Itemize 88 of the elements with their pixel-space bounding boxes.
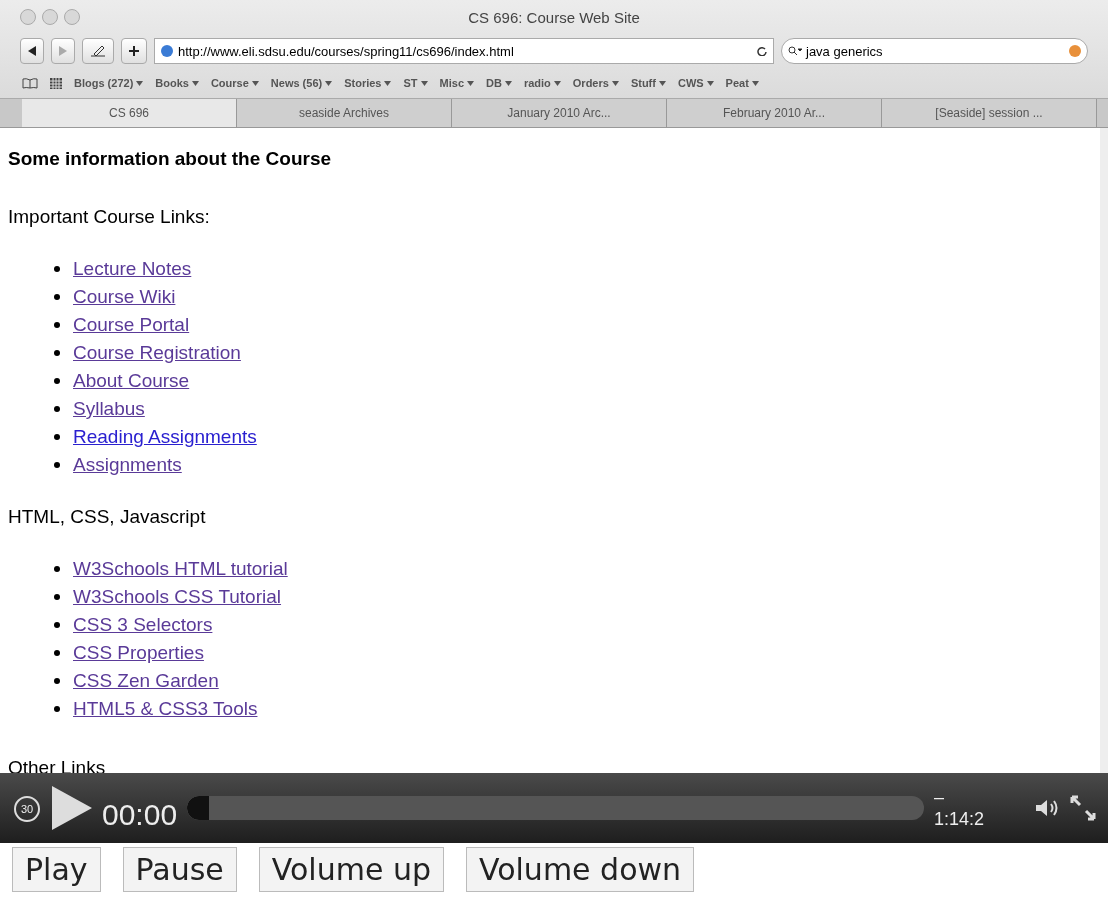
remaining-sign: – bbox=[933, 786, 945, 808]
bullet-icon bbox=[54, 566, 60, 572]
remaining-time: 1:14:2 bbox=[933, 808, 984, 830]
back-icon bbox=[28, 46, 36, 56]
course-link[interactable]: HTML5 & CSS3 Tools bbox=[73, 698, 258, 720]
caret-icon bbox=[504, 80, 512, 86]
bookmark-menu[interactable]: Blogs (272) bbox=[74, 77, 144, 89]
caret-icon bbox=[553, 80, 561, 86]
edit-button[interactable] bbox=[82, 38, 114, 64]
bookmark-menu[interactable]: Orders bbox=[572, 77, 619, 89]
course-link[interactable]: W3Schools HTML tutorial bbox=[73, 558, 288, 580]
caret-icon bbox=[658, 80, 666, 86]
bookmark-menu[interactable]: ST bbox=[403, 77, 428, 89]
plus-icon bbox=[129, 46, 139, 56]
grid-icon[interactable] bbox=[50, 77, 62, 89]
browser-tab[interactable]: January 2010 Arc... bbox=[452, 99, 667, 127]
bullet-icon bbox=[54, 622, 60, 628]
course-link[interactable]: Reading Assignments bbox=[73, 426, 257, 448]
browser-tab[interactable]: February 2010 Ar... bbox=[667, 99, 882, 127]
bullet-icon bbox=[54, 594, 60, 600]
course-link[interactable]: Course Wiki bbox=[73, 286, 176, 308]
fullscreen-icon[interactable] bbox=[1070, 795, 1096, 821]
bookmark-menu[interactable]: CWS bbox=[677, 77, 714, 89]
course-link[interactable]: W3Schools CSS Tutorial bbox=[73, 586, 282, 608]
section-title: HTML, CSS, Javascript bbox=[8, 506, 207, 528]
course-link[interactable]: CSS 3 Selectors bbox=[73, 614, 213, 636]
pencil-icon bbox=[90, 45, 106, 57]
player-button[interactable]: Volume down bbox=[466, 847, 695, 892]
bullet-icon bbox=[54, 378, 60, 384]
caret-icon bbox=[706, 80, 714, 86]
bookmark-menu[interactable]: News (56) bbox=[270, 77, 333, 89]
player-button[interactable]: Pause bbox=[122, 847, 237, 892]
caret-icon bbox=[751, 80, 759, 86]
course-link[interactable]: CSS Properties bbox=[73, 642, 204, 664]
bullet-icon bbox=[54, 350, 60, 356]
play-icon[interactable] bbox=[52, 786, 92, 830]
bullet-icon bbox=[54, 678, 60, 684]
caret-icon bbox=[136, 80, 144, 86]
skip-back-button[interactable]: 30 bbox=[12, 793, 42, 823]
search-icon bbox=[788, 46, 802, 56]
forward-icon bbox=[59, 46, 67, 56]
bookmark-menu[interactable]: radio bbox=[523, 77, 561, 89]
course-link[interactable]: Syllabus bbox=[73, 398, 145, 420]
course-link[interactable]: CSS Zen Garden bbox=[73, 670, 219, 692]
bookmark-menu[interactable]: Course bbox=[210, 77, 259, 89]
course-link[interactable]: About Course bbox=[73, 370, 190, 392]
bullet-icon bbox=[54, 266, 60, 272]
player-button[interactable]: Volume up bbox=[258, 847, 444, 892]
bullet-icon bbox=[54, 462, 60, 468]
bullet-icon bbox=[54, 406, 60, 412]
caret-icon bbox=[191, 80, 199, 86]
bookmark-menu[interactable]: Peat bbox=[725, 77, 759, 89]
browser-tab[interactable]: [Seaside] session ... bbox=[882, 99, 1097, 127]
add-bookmark-button[interactable] bbox=[121, 38, 147, 64]
bullet-icon bbox=[54, 294, 60, 300]
bookmark-menu[interactable]: Books bbox=[155, 77, 199, 89]
reload-icon[interactable] bbox=[757, 46, 767, 56]
volume-icon[interactable] bbox=[1034, 797, 1060, 819]
course-link[interactable]: Assignments bbox=[73, 454, 182, 476]
caret-icon bbox=[420, 80, 428, 86]
search-field[interactable]: java generics bbox=[781, 38, 1088, 64]
bookmark-menu[interactable]: Stuff bbox=[630, 77, 666, 89]
caret-icon bbox=[611, 80, 619, 86]
course-link[interactable]: Course Registration bbox=[73, 342, 241, 364]
player-button[interactable]: Play bbox=[12, 847, 101, 892]
section-title: Important Course Links: bbox=[8, 206, 211, 228]
bullet-icon bbox=[54, 650, 60, 656]
browser-tab[interactable]: seaside Archives bbox=[237, 99, 452, 127]
progress-track[interactable] bbox=[187, 796, 924, 820]
caret-icon bbox=[251, 80, 259, 86]
bullet-icon bbox=[54, 434, 60, 440]
browser-tab[interactable]: CS 696 bbox=[22, 99, 237, 127]
course-link[interactable]: Course Portal bbox=[73, 314, 190, 336]
bullet-icon bbox=[54, 706, 60, 712]
book-icon[interactable] bbox=[22, 77, 38, 89]
bookmark-menu[interactable]: Stories bbox=[344, 77, 392, 89]
caret-icon bbox=[325, 80, 333, 86]
window-title: CS 696: Course Web Site bbox=[468, 8, 640, 26]
address-field[interactable]: http://www.eli.sdsu.edu/courses/spring11/cs696/index.html bbox=[154, 38, 774, 64]
course-link[interactable]: Lecture Notes bbox=[73, 258, 192, 280]
page-heading: Some information about the Course bbox=[8, 148, 333, 170]
bookmark-menu[interactable]: DB bbox=[486, 77, 512, 89]
bullet-icon bbox=[54, 322, 60, 328]
caret-icon bbox=[467, 80, 474, 86]
elapsed-time: 00:00 bbox=[102, 798, 178, 832]
bookmark-menu[interactable]: Misc bbox=[439, 77, 474, 89]
caret-icon bbox=[384, 80, 392, 86]
back-button[interactable] bbox=[20, 38, 44, 64]
